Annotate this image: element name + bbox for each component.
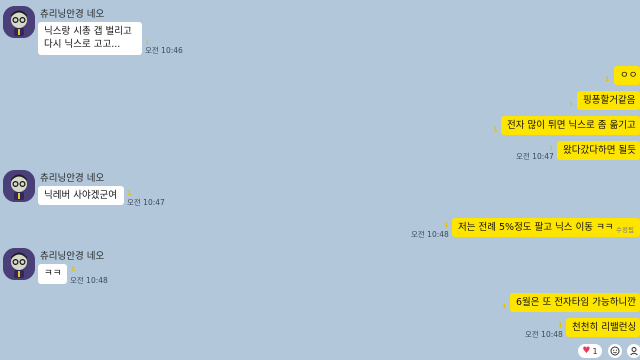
message-bubble-incoming[interactable]: 닉레버 사야겠군여 xyxy=(38,186,124,205)
message-bubble-outgoing[interactable]: 핑퐁할거같음 xyxy=(577,91,640,110)
profile-character-icon xyxy=(3,248,35,280)
message-time: 오전 10:47 xyxy=(127,198,165,207)
message-bubble-outgoing[interactable]: 천천히 리밸런싱 xyxy=(566,318,640,337)
sender-name: 츄리닝안경 네오 xyxy=(40,173,105,184)
unread-count: 1 xyxy=(444,221,449,229)
profile-icon[interactable] xyxy=(627,344,640,358)
sender-name: 츄리닝안경 네오 xyxy=(40,251,105,262)
sender-name: 츄리닝안경 네오 xyxy=(40,9,105,20)
unread-count: 1 xyxy=(127,189,132,197)
avatar[interactable] xyxy=(3,248,35,280)
message-bubble-outgoing[interactable]: 왔다갔다하면 될듯 xyxy=(557,141,640,160)
reaction-count: 1 xyxy=(592,346,598,356)
unread-count: 1 xyxy=(71,265,76,273)
message-time: 오전 10:48 xyxy=(70,276,108,285)
unread-count: 1 xyxy=(502,302,507,310)
unread-count: 1 xyxy=(569,100,574,108)
message-bubble-outgoing[interactable]: 6월은 또 전자타임 가능하니깐 xyxy=(510,293,640,312)
message-bubble-incoming[interactable]: ㅋㅋ xyxy=(38,264,67,284)
message-bubble-outgoing[interactable]: 저는 전례 5%정도 팔고 닉스 이동 ㅋㅋ xyxy=(452,218,640,237)
avatar[interactable] xyxy=(3,6,35,38)
profile-character-icon xyxy=(3,6,35,38)
message-bubble-outgoing[interactable]: 전자 많이 튀면 닉스로 좀 옮기고 xyxy=(501,116,640,135)
message-time: 오전 10:48 xyxy=(411,230,449,239)
avatar[interactable] xyxy=(3,170,35,202)
message-bubble-incoming[interactable]: 닉스랑 시총 갭 벌리고 다시 닉스로 고고... xyxy=(38,22,142,55)
unread-count: 1 xyxy=(493,125,498,133)
message-time: 오전 10:46 xyxy=(145,46,183,55)
message-time: 오전 10:47 xyxy=(516,152,554,161)
message-bubble-outgoing[interactable]: ㅇㅇ xyxy=(614,66,640,85)
edited-label: 수정됨 xyxy=(616,226,634,234)
add-reaction-icon[interactable] xyxy=(608,344,622,358)
unread-count: 1 xyxy=(605,75,610,83)
reaction-badge[interactable]: ♥ 1 xyxy=(578,344,602,358)
heart-icon: ♥ xyxy=(582,346,591,356)
profile-character-icon xyxy=(3,170,35,202)
message-time: 오전 10:48 xyxy=(525,330,563,339)
unread-count: 1 xyxy=(558,321,563,329)
